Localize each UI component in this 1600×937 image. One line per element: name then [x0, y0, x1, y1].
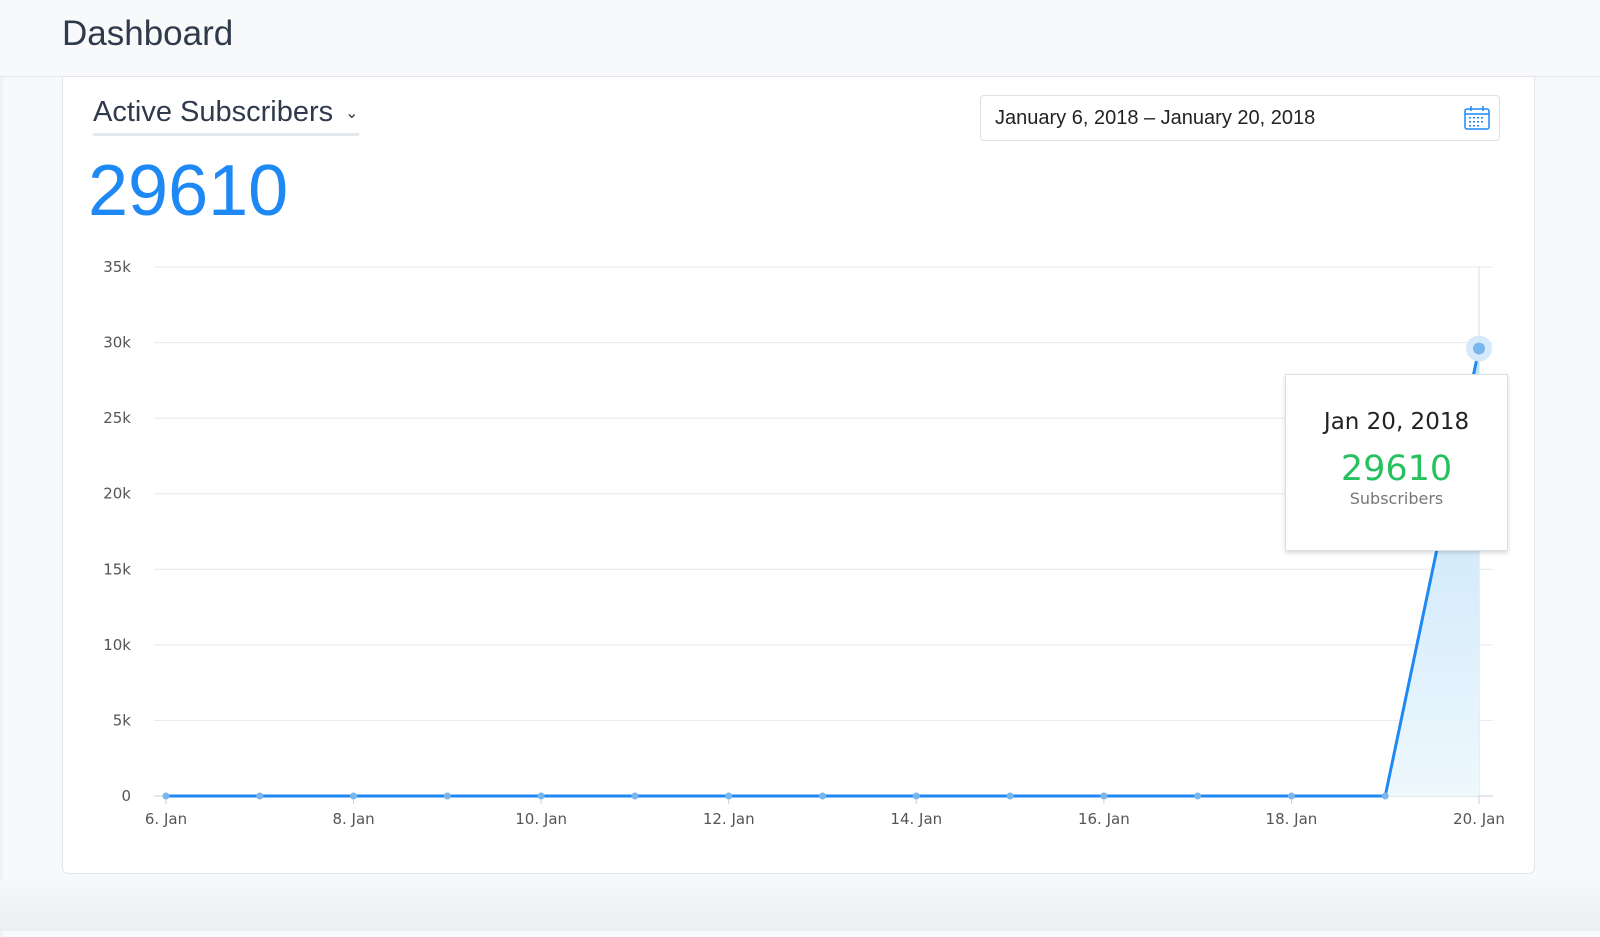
- y-tick-label: 25k: [103, 409, 131, 427]
- y-tick-label: 30k: [103, 334, 131, 352]
- x-tick-label: 20. Jan: [1453, 810, 1505, 828]
- data-point: [1287, 792, 1295, 800]
- y-tick-label: 15k: [103, 560, 131, 578]
- tooltip-label: Subscribers: [1349, 489, 1444, 508]
- tooltip-date: Jan 20, 2018: [1323, 409, 1470, 435]
- data-point: [162, 792, 170, 800]
- chart-tooltip: Jan 20, 2018 29610 Subscribers: [1285, 374, 1508, 551]
- data-point: [1381, 792, 1389, 800]
- data-point: [443, 792, 451, 800]
- x-tick-label: 14. Jan: [890, 810, 942, 828]
- data-point: [1100, 792, 1108, 800]
- y-tick-label: 35k: [103, 258, 131, 276]
- data-point: [537, 792, 545, 800]
- data-point: [725, 792, 733, 800]
- x-tick-label: 10. Jan: [515, 810, 567, 828]
- y-tick-label: 0: [121, 787, 131, 805]
- y-tick-label: 20k: [103, 485, 131, 503]
- x-tick-label: 6. Jan: [145, 810, 187, 828]
- page-bottom: [0, 880, 1600, 931]
- data-point: [256, 792, 264, 800]
- data-point: [819, 792, 826, 800]
- data-point: [350, 792, 358, 800]
- x-tick-label: 18. Jan: [1266, 810, 1318, 828]
- y-tick-label: 10k: [103, 636, 131, 654]
- y-tick-label: 5k: [113, 711, 132, 729]
- area-fill: [166, 348, 1479, 796]
- series-line: [166, 348, 1481, 798]
- data-point: [631, 792, 639, 800]
- x-tick-label: 8. Jan: [332, 810, 374, 828]
- data-point: [1006, 792, 1014, 800]
- data-point: [912, 792, 920, 800]
- x-tick-label: 12. Jan: [703, 810, 755, 828]
- x-tick-label: 16. Jan: [1078, 810, 1130, 828]
- data-point: [1473, 342, 1485, 355]
- data-point: [1194, 792, 1202, 800]
- tooltip-value: 29610: [1340, 449, 1453, 489]
